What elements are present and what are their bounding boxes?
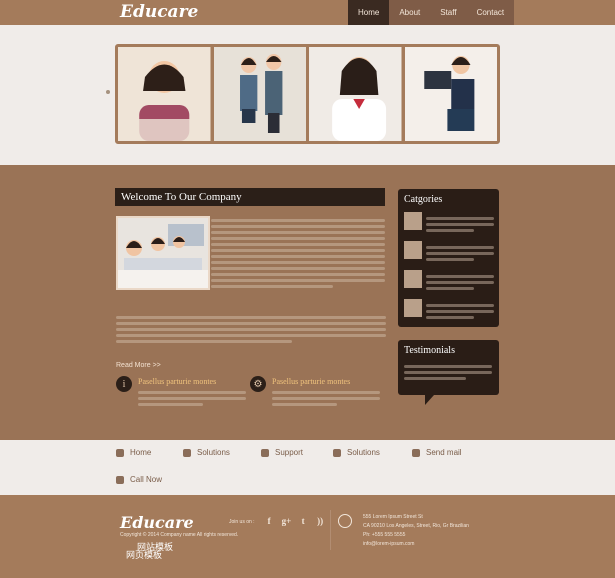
footer-logo[interactable]: Educare xyxy=(120,513,194,532)
read-more-link[interactable]: Read More >> xyxy=(116,362,161,369)
category-item[interactable] xyxy=(404,212,494,232)
link-send-mail[interactable]: Send mail xyxy=(412,448,462,457)
categories-box: Catgories xyxy=(398,189,499,327)
categories-title: Catgories xyxy=(404,194,443,205)
gear-icon: ⚙ xyxy=(250,376,266,392)
mail-icon xyxy=(412,448,420,457)
footer-copyright: Copyright © 2014 Company name All rights… xyxy=(120,532,239,538)
slide-1 xyxy=(118,47,211,141)
twitter-icon[interactable]: t xyxy=(299,517,308,526)
feature-title: Pasellus parturie montes xyxy=(272,377,351,386)
slide-2 xyxy=(213,47,306,141)
social-label: Join us on : xyxy=(229,518,255,525)
nav-home[interactable]: Home xyxy=(348,0,390,25)
site-logo[interactable]: Educare xyxy=(120,2,198,22)
link-solutions-2[interactable]: Solutions xyxy=(333,448,380,457)
contact-icon xyxy=(338,514,352,528)
phone-icon xyxy=(116,475,124,484)
link-solutions[interactable]: Solutions xyxy=(183,448,230,457)
category-item[interactable] xyxy=(404,299,494,319)
slider-prev-dot[interactable] xyxy=(106,90,110,94)
testimonials-box: Testimonials xyxy=(398,340,499,395)
slide-4 xyxy=(404,47,497,141)
testimonials-tail xyxy=(425,395,434,405)
link-call-now[interactable]: Call Now xyxy=(116,475,162,484)
nav-about[interactable]: About xyxy=(389,0,431,25)
welcome-paragraph-lines xyxy=(116,313,386,353)
hero-slider[interactable] xyxy=(115,44,500,144)
info-icon: i xyxy=(116,376,132,392)
solutions-icon xyxy=(183,448,191,457)
nav-contact[interactable]: Contact xyxy=(466,0,515,25)
main-nav: Home About Staff Contact xyxy=(348,0,515,25)
solutions-icon xyxy=(333,448,341,457)
feature-2: ⚙ Pasellus parturie montes xyxy=(250,376,380,412)
footer-separator xyxy=(330,510,331,550)
footer xyxy=(0,495,615,578)
slide-3 xyxy=(309,47,402,141)
facebook-icon[interactable]: f xyxy=(265,517,274,526)
google-plus-icon[interactable]: g+ xyxy=(282,517,292,526)
welcome-text-lines xyxy=(211,216,385,300)
category-item[interactable] xyxy=(404,241,494,261)
link-home[interactable]: Home xyxy=(116,448,151,457)
feature-title: Pasellus parturie montes xyxy=(138,377,217,386)
rss-icon[interactable]: )) xyxy=(316,517,325,526)
nav-staff[interactable]: Staff xyxy=(430,0,467,25)
home-icon xyxy=(116,448,124,457)
testimonials-title: Testimonials xyxy=(404,345,455,356)
category-item[interactable] xyxy=(404,270,494,290)
top-bar xyxy=(0,0,615,25)
links-band xyxy=(0,440,615,495)
welcome-title: Welcome To Our Company xyxy=(115,188,385,206)
footer-cn-2[interactable]: 网页模板 xyxy=(126,548,162,561)
social-links: Join us on : f g+ t )) xyxy=(229,517,325,526)
support-icon xyxy=(261,448,269,457)
link-support[interactable]: Support xyxy=(261,448,303,457)
footer-contact: 555 Lorem Ipsum Street St CA 90210 Los A… xyxy=(363,514,469,547)
feature-1: i Pasellus parturie montes xyxy=(116,376,246,412)
welcome-image xyxy=(116,216,210,290)
